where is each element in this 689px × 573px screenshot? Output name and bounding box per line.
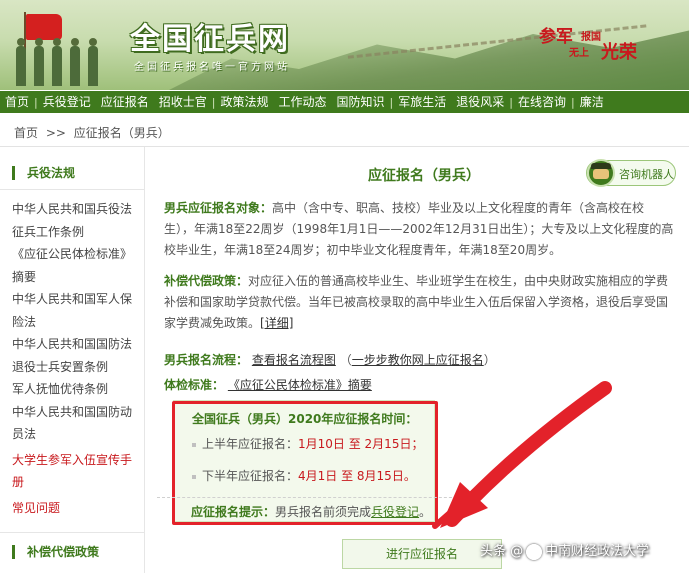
site-banner: 全国征兵网 全国征兵报名唯一官方网站 参军 报国 无上 光荣 xyxy=(0,0,689,90)
details-link[interactable]: [详细] xyxy=(260,316,293,330)
compensation-paragraph: 补偿代偿政策：对应征入伍的普通高校毕业生、毕业班学生在校生，由中央财政实施相应的… xyxy=(164,271,674,334)
nav-item-integrity[interactable]: 廉洁 xyxy=(575,91,609,113)
sidebar-link-insurance-law[interactable]: 险法 xyxy=(12,311,140,334)
breadcrumb-separator: >> xyxy=(45,126,66,140)
soldiers-illustration xyxy=(8,6,118,90)
sidebar-link-conscription-regulations[interactable]: 征兵工作条例 xyxy=(12,221,140,244)
breadcrumb-current: 应征报名（男兵） xyxy=(73,126,170,140)
sidebar-divider xyxy=(0,532,145,533)
soldier-figure xyxy=(70,38,80,86)
nav-item-nco[interactable]: 招收士官 xyxy=(154,91,212,113)
nav-item-apply[interactable]: 应征报名 xyxy=(96,91,154,113)
sidebar-link-veteran-placement[interactable]: 退役士兵安置条例 xyxy=(12,356,140,379)
flow-row: 男兵报名流程： 查看报名流程图 （一步步教你网上应征报名） xyxy=(164,350,674,371)
slogan-part: 光荣 xyxy=(601,42,637,63)
sidebar-section-title: 兵役法规 xyxy=(12,166,75,180)
nav-item-news[interactable]: 工作动态 xyxy=(274,91,332,113)
robot-avatar-icon xyxy=(587,159,615,187)
sidebar-link-pension-regulations[interactable]: 军人抚恤优待条例 xyxy=(12,378,140,401)
tutorial-link[interactable]: 一步步教你网上应征报名 xyxy=(352,353,484,367)
watermark-prefix: 头条 @ xyxy=(480,544,524,559)
compensation-label: 补偿代偿政策： xyxy=(164,274,249,288)
slogan: 参军 报国 无上 光荣 xyxy=(539,22,659,66)
target-label: 男兵应征报名对象： xyxy=(164,201,273,215)
sidebar: 兵役法规 中华人民共和国兵役法 征兵工作条例 《应征公民体检标准》 摘要 中华人… xyxy=(0,147,145,573)
soldier-figure xyxy=(16,38,26,86)
site-logo-title[interactable]: 全国征兵网 xyxy=(130,14,290,58)
sidebar-link-physical-standard[interactable]: 摘要 xyxy=(12,266,140,289)
slogan-part: 无上 xyxy=(569,48,589,59)
sidebar-link-physical-standard[interactable]: 《应征公民体检标准》 xyxy=(12,243,140,266)
nav-item-home[interactable]: 首页 xyxy=(0,91,34,113)
sidebar-link-student-handbook[interactable]: 大学生参军入伍宣传手 xyxy=(12,449,140,472)
nav-item-registration[interactable]: 兵役登记 xyxy=(38,91,96,113)
exam-label: 体检标准： xyxy=(164,378,225,392)
site-subtitle: 全国征兵报名唯一官方网站 xyxy=(134,62,290,73)
chatbot-label: 咨询机器人 xyxy=(619,168,674,181)
soldier-figure xyxy=(34,38,44,86)
soldier-figure xyxy=(52,38,62,86)
university-logo-icon xyxy=(526,543,543,560)
sidebar-link-student-handbook[interactable]: 册 xyxy=(12,471,140,494)
nav-item-policy[interactable]: 政策法规 xyxy=(216,91,274,113)
chatbot-button[interactable]: 咨询机器人 xyxy=(586,159,676,187)
tip-text: 男兵报名前须完成 xyxy=(275,505,372,519)
breadcrumb: 首页 >> 应征报名（男兵） xyxy=(14,124,174,141)
nav-item-defense[interactable]: 国防知识 xyxy=(332,91,390,113)
service-registration-link[interactable]: 兵役登记 xyxy=(371,505,419,519)
nav-item-military-life[interactable]: 军旅生活 xyxy=(393,91,451,113)
watermark: 头条 @ 中南财经政法大学 xyxy=(480,540,649,560)
sidebar-link-insurance-law[interactable]: 中华人民共和国军人保 xyxy=(12,288,140,311)
sidebar-link-mobilization-law[interactable]: 中华人民共和国国防动 xyxy=(12,401,140,424)
sidebar-link-military-service-law[interactable]: 中华人民共和国兵役法 xyxy=(12,198,140,221)
sidebar-section-title: 补偿代偿政策 xyxy=(12,545,99,559)
tip-label: 应征报名提示： xyxy=(191,505,276,519)
sidebar-links: 中华人民共和国兵役法 征兵工作条例 《应征公民体检标准》 摘要 中华人民共和国军… xyxy=(12,198,140,519)
sidebar-divider xyxy=(0,189,145,190)
slogan-part: 报国 xyxy=(581,32,601,43)
soldier-figure xyxy=(88,38,98,86)
flowchart-link[interactable]: 查看报名流程图 xyxy=(252,353,336,367)
sidebar-link-faq[interactable]: 常见问题 xyxy=(12,497,140,520)
paren-close: ） xyxy=(483,353,496,367)
dashed-divider xyxy=(157,497,467,498)
slogan-part: 参军 xyxy=(539,27,573,47)
annotation-arrow-icon xyxy=(432,381,612,529)
target-paragraph: 男兵应征报名对象：高中（含中专、职高、技校）毕业及以上文化程度的青年（含高校在校… xyxy=(164,198,674,261)
main-nav: 首页 | 兵役登记 应征报名 招收士官 | 政策法规 工作动态 国防知识 | 军… xyxy=(0,91,689,113)
national-flag-icon xyxy=(26,14,62,40)
sidebar-link-mobilization-law[interactable]: 员法 xyxy=(12,423,140,446)
paren-open: （ xyxy=(339,353,352,367)
flow-label: 男兵报名流程： xyxy=(164,353,249,367)
apply-button[interactable]: 进行应征报名 xyxy=(342,539,502,569)
sidebar-link-defense-law[interactable]: 中华人民共和国国防法 xyxy=(12,333,140,356)
watermark-name: 中南财经政法大学 xyxy=(545,544,650,559)
registration-tip: 应征报名提示：男兵报名前须完成兵役登记。 xyxy=(191,503,431,520)
page-title: 应征报名（男兵） xyxy=(368,168,480,184)
breadcrumb-home[interactable]: 首页 xyxy=(14,126,38,140)
exam-standard-link[interactable]: 《应征公民体检标准》摘要 xyxy=(228,378,372,392)
nav-item-veterans[interactable]: 退役风采 xyxy=(451,91,509,113)
nav-item-consult[interactable]: 在线咨询 xyxy=(513,91,571,113)
